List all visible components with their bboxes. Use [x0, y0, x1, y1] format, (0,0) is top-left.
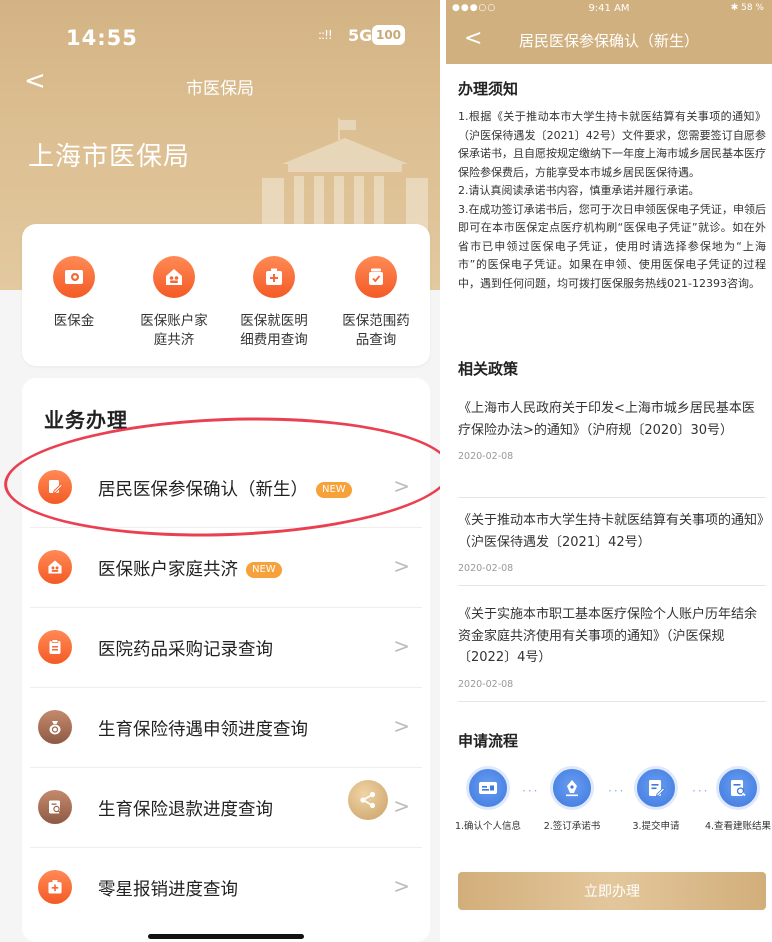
- battery-icon: ✱ 58 %: [730, 3, 764, 13]
- chevron-right-icon: >: [393, 634, 410, 658]
- policy-heading: 相关政策: [458, 360, 519, 378]
- insurance-card-icon: [53, 256, 95, 298]
- money-bag-icon: [38, 710, 72, 744]
- step-label: 4.查看建账结果: [704, 821, 772, 832]
- step-confirm-info: 1.确认个人信息: [452, 766, 524, 833]
- quick-item-label: 医保金: [53, 313, 95, 329]
- step-check-result: 4.查看建账结果: [702, 766, 772, 833]
- list-item-label: 居民医保参保确认（新生）: [98, 480, 308, 500]
- chevron-right-icon: >: [393, 474, 410, 498]
- status-time: 9:41 AM: [588, 3, 630, 14]
- step-label: 2.签订承诺书: [543, 821, 601, 832]
- apply-now-button[interactable]: 立即办理: [458, 872, 766, 910]
- flow-heading: 申请流程: [458, 732, 519, 750]
- step-submit: 3.提交申请: [620, 766, 692, 833]
- quick-item-label: 医保就医明细费用查询: [240, 313, 308, 348]
- family-icon: [38, 550, 72, 584]
- list-item-newborn-confirm[interactable]: 居民医保参保确认（新生） NEW >: [30, 448, 422, 528]
- right-screen: ●●●○○ 9:41 AM ✱ 58 % < 居民医保参保确认（新生） 办理须知…: [446, 0, 772, 942]
- policy-date: 2020-02-08: [458, 451, 514, 462]
- quick-item-fund[interactable]: 医保金: [28, 256, 120, 331]
- edit-document-icon: [38, 470, 72, 504]
- signal-icon: ::!!: [318, 28, 333, 42]
- quick-item-medicine[interactable]: 医保范围药品查询: [330, 256, 422, 350]
- notice-paragraph: 1.根据《关于推动本市大学生持卡就医结算有关事项的通知》（沪医保待遇发〔2021…: [458, 110, 766, 179]
- quick-item-label: 医保范围药品查询: [342, 313, 410, 348]
- list-item-reimbursement[interactable]: 零星报销进度查询 >: [30, 848, 422, 928]
- notice-paragraph: 3.在成功签订承诺书后，您可于次日申领医保电子凭证，申领后即可在本市医保定点医疗…: [458, 202, 766, 290]
- chevron-right-icon: >: [393, 794, 410, 818]
- battery-icon: 100: [372, 25, 405, 45]
- family-icon: [153, 256, 195, 298]
- list-item-drug-purchase[interactable]: 医院药品采购记录查询 >: [30, 608, 422, 688]
- list-item-maternity-claim[interactable]: 生育保险待遇申领进度查询 >: [30, 688, 422, 768]
- notice-heading: 办理须知: [458, 80, 519, 98]
- quick-item-expense[interactable]: 医保就医明细费用查询: [228, 256, 320, 350]
- quick-services: 医保金 医保账户家庭共济 医保就医明细费用查询 医保范围药品查询: [22, 224, 430, 366]
- new-badge: NEW: [246, 562, 282, 578]
- policy-title: 《关于实施本市职工基本医疗保险个人账户历年结余资金家庭共济使用有关事项的通知》（…: [458, 607, 758, 665]
- list-item-label: 生育保险退款进度查询: [98, 800, 273, 820]
- nav-title: 市医保局: [186, 79, 254, 99]
- policy-date: 2020-02-08: [458, 678, 514, 690]
- id-card-icon: [466, 766, 510, 810]
- section-title: 业务办理: [44, 408, 128, 432]
- search-document-icon: [716, 766, 760, 810]
- clipboard-icon: [38, 630, 72, 664]
- header: ●●●○○ 9:41 AM ✱ 58 % < 居民医保参保确认（新生）: [446, 0, 772, 64]
- list-item-family-share[interactable]: 医保账户家庭共济 NEW >: [30, 528, 422, 608]
- status-time: 14:55: [66, 26, 138, 50]
- search-document-icon: [38, 790, 72, 824]
- page-title: 上海市医保局: [28, 142, 191, 172]
- share-button[interactable]: [348, 780, 388, 820]
- medical-kit-icon: [38, 870, 72, 904]
- nav-title: 居民医保参保确认（新生）: [518, 32, 699, 50]
- submit-document-icon: [634, 766, 678, 810]
- notice-paragraph: 2.请认真阅读承诺书内容，慎重承诺并履行承诺。: [458, 184, 700, 197]
- list-item-label: 医院药品采购记录查询: [98, 640, 273, 660]
- quick-item-label: 医保账户家庭共济: [140, 313, 208, 348]
- notice-text: 1.根据《关于推动本市大学生持卡就医结算有关事项的通知》（沪医保待遇发〔2021…: [458, 108, 766, 293]
- step-label: 3.提交申请: [632, 821, 680, 832]
- network-type: 5G: [348, 26, 373, 45]
- quick-item-family[interactable]: 医保账户家庭共济: [128, 256, 220, 350]
- chevron-right-icon: >: [393, 554, 410, 578]
- share-icon: [360, 791, 376, 809]
- policy-item[interactable]: 《关于推动本市大学生持卡就医结算有关事项的通知》（沪医保待遇发〔2021〕42号…: [458, 510, 766, 586]
- home-indicator[interactable]: [148, 934, 304, 939]
- policy-title: 《上海市人民政府关于印发<上海市城乡居民基本医疗保险办法>的通知》（沪府规〔20…: [458, 401, 755, 438]
- chevron-right-icon: >: [393, 874, 410, 898]
- medical-kit-icon: [253, 256, 295, 298]
- step-label: 1.确认个人信息: [454, 821, 522, 832]
- business-panel: 业务办理 居民医保参保确认（新生） NEW > 医保账户家庭共济 NEW > 医院药…: [22, 378, 430, 942]
- policy-item[interactable]: 《上海市人民政府关于印发<上海市城乡居民基本医疗保险办法>的通知》（沪府规〔20…: [458, 398, 766, 498]
- step-sign: 2.签订承诺书: [536, 766, 608, 833]
- sign-pen-icon: [550, 766, 594, 810]
- list-item-label: 医保账户家庭共济: [98, 560, 238, 580]
- status-bar: 14:55 ::!! 5G 100: [0, 0, 440, 70]
- list-item-label: 生育保险待遇申领进度查询: [98, 720, 308, 740]
- new-badge: NEW: [316, 482, 352, 498]
- list-item-label: 零星报销进度查询: [98, 880, 238, 900]
- process-steps: 1.确认个人信息 ··· 2.签订承诺书 ··· 3.提交申请 ··· 4.查看…: [452, 766, 771, 850]
- chevron-right-icon: >: [393, 714, 410, 738]
- nav-bar: < 市医保局: [0, 62, 440, 106]
- policy-item[interactable]: 《关于实施本市职工基本医疗保险个人账户历年结余资金家庭共济使用有关事项的通知》（…: [458, 604, 766, 702]
- left-screen: 14:55 ::!! 5G 100 < 市医保局 上海市医保局 医保金 医保账户…: [0, 0, 440, 942]
- policy-title: 《关于推动本市大学生持卡就医结算有关事项的通知》（沪医保待遇发〔2021〕42号…: [458, 513, 764, 550]
- medicine-icon: [355, 256, 397, 298]
- policy-date: 2020-02-08: [458, 563, 514, 574]
